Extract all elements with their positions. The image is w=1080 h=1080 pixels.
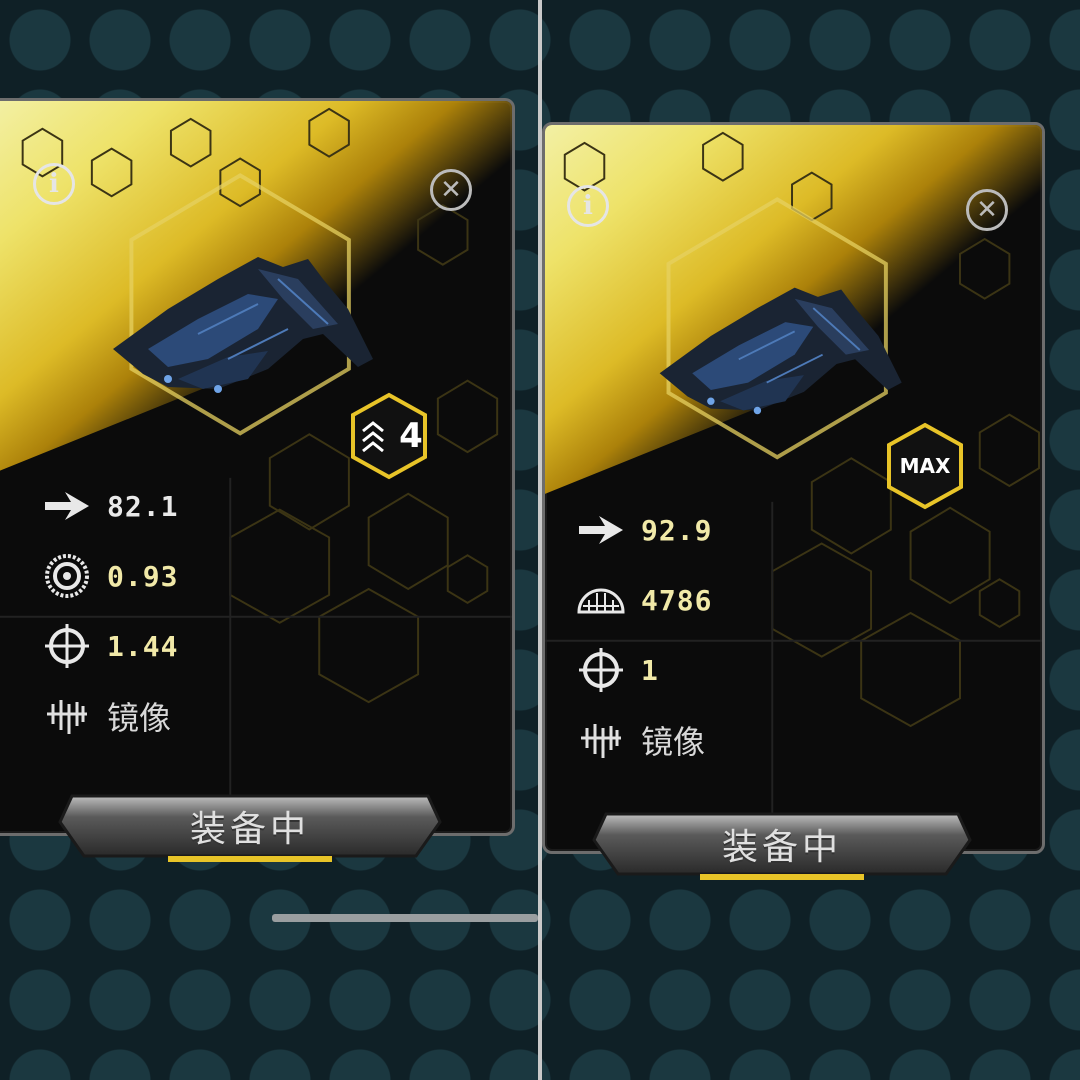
equipped-button[interactable]: 装备中 (58, 792, 442, 866)
stat-row-fire-rate: 0.93 (41, 541, 178, 611)
equip-label: 装备中 (189, 809, 310, 850)
crosshair-icon (575, 648, 627, 692)
equip-label: 装备中 (721, 827, 842, 868)
dome-shield-icon (575, 578, 627, 622)
stat-value-mirror: 镜像 (641, 723, 706, 761)
stat-row-mirror: 镜像 (41, 681, 178, 751)
arrow-speed-icon (41, 484, 93, 528)
stat-value-accuracy: 1.44 (107, 629, 179, 663)
close-icon[interactable]: ✕ (966, 189, 1008, 231)
info-icon[interactable]: i (33, 163, 75, 205)
rank-label: MAX (899, 454, 951, 478)
stat-value-fire-rate: 0.93 (107, 559, 179, 593)
stats-list: 92.9 4786 1 镜像 (575, 495, 712, 775)
stat-value-mirror: 镜像 (107, 699, 172, 737)
ship-card: i ✕ MAX 92.9 4786 1 镜像 (542, 122, 1045, 854)
stat-row-shield: 4786 (575, 565, 712, 635)
stat-row-accuracy: 1.44 (41, 611, 178, 681)
stat-value-speed: 92.9 (641, 513, 713, 547)
rank-badge: 4 (349, 391, 429, 481)
scrollbar[interactable] (272, 914, 538, 922)
ship-card: i ✕ 4 82.1 0.93 1.44 镜像 (0, 98, 515, 836)
stat-row-mirror: 镜像 (575, 705, 712, 775)
stat-value-speed: 82.1 (107, 489, 179, 523)
spaceship-image (113, 257, 373, 393)
info-icon[interactable]: i (567, 185, 609, 227)
stat-row-accuracy: 1 (575, 635, 712, 705)
close-icon[interactable]: ✕ (430, 169, 472, 211)
crosshair-icon (41, 624, 93, 668)
stat-row-speed: 92.9 (575, 495, 712, 565)
stats-list: 82.1 0.93 1.44 镜像 (41, 471, 178, 751)
equipped-button[interactable]: 装备中 (592, 810, 972, 884)
gear-wheel-icon (41, 554, 93, 598)
mirror-wave-icon (41, 694, 93, 738)
spaceship-image (659, 287, 902, 415)
stat-value-shield: 4786 (641, 583, 713, 617)
ship-card-panel-right: i ✕ MAX 92.9 4786 1 镜像 装备中 (542, 0, 1080, 1080)
stat-value-accuracy: 1 (641, 653, 659, 687)
ship-card-panel-left: i ✕ 4 82.1 0.93 1.44 镜像 装备中 (0, 0, 538, 1080)
mirror-wave-icon (575, 718, 627, 762)
arrow-speed-icon (575, 508, 627, 552)
rank-label: 4 (399, 416, 423, 456)
stat-row-speed: 82.1 (41, 471, 178, 541)
rank-badge: MAX (885, 421, 965, 511)
